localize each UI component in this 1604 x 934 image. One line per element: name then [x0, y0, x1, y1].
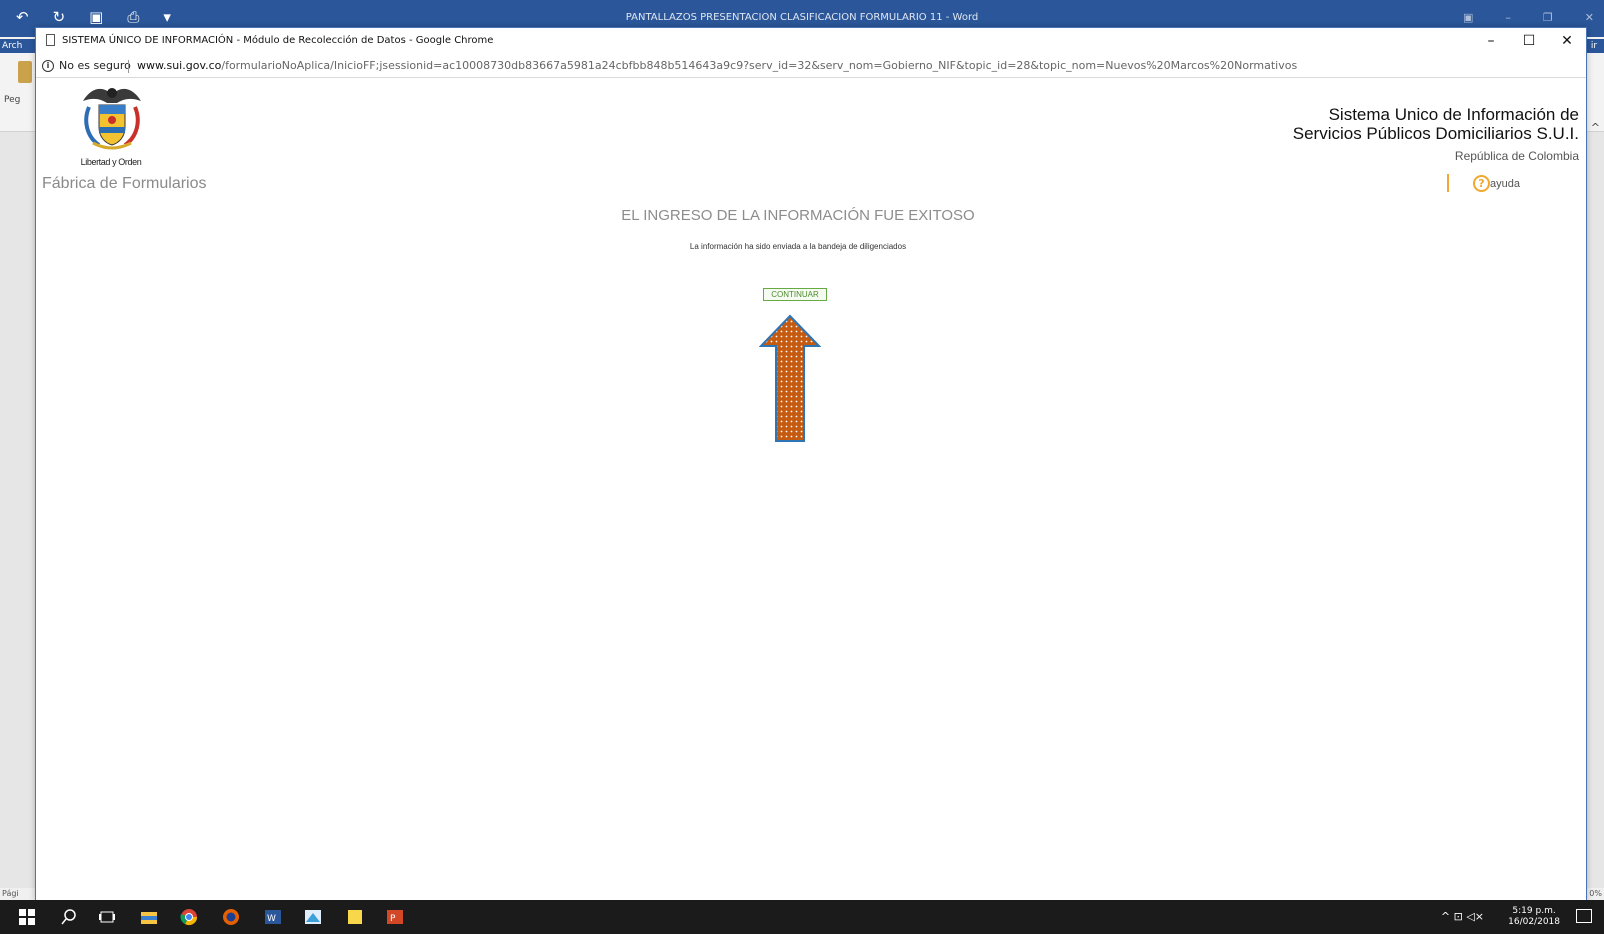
ribbon-tab-right[interactable]: ir — [1584, 39, 1604, 53]
paste-icon[interactable] — [18, 61, 32, 83]
minimize-icon[interactable]: – — [1505, 11, 1511, 24]
help-separator — [1447, 174, 1449, 192]
svg-text:W: W — [267, 914, 276, 924]
help-link[interactable]: ayuda — [1490, 178, 1520, 190]
continue-button[interactable]: CONTINUAR — [763, 288, 827, 301]
url-path: /formularioNoAplica/InicioFF;jsessionid=… — [221, 59, 1298, 72]
close-icon[interactable]: ✕ — [1548, 28, 1586, 54]
word-icon[interactable]: W — [264, 908, 282, 926]
success-message: La información ha sido enviada a la band… — [689, 242, 907, 251]
search-icon[interactable] — [60, 908, 78, 926]
coat-of-arms-logo — [83, 88, 141, 150]
section-title: Fábrica de Formularios — [42, 175, 207, 192]
ribbon-display-icon[interactable]: ▣ — [1463, 11, 1473, 24]
page-indicator[interactable]: Pági — [2, 888, 19, 900]
country-label: República de Colombia — [1454, 149, 1579, 163]
chrome-window-title: SISTEMA ÚNICO DE INFORMACIÓN - Módulo de… — [62, 35, 494, 46]
clock-date: 16/02/2018 — [1508, 917, 1560, 927]
system-title-line1: Sistema Unico de Información de — [1328, 105, 1579, 124]
motto-text: Libertad y Orden — [80, 157, 142, 167]
powerpoint-icon[interactable]: P — [386, 908, 404, 926]
collapse-ribbon-icon[interactable]: ^ — [1591, 121, 1600, 134]
word-window-controls: ▣ – ❐ ✕ — [1463, 11, 1594, 24]
system-tray[interactable]: ^ ⊡ ◁× — [1441, 910, 1484, 923]
restore-icon[interactable]: ❐ — [1543, 11, 1553, 24]
chrome-window-controls: – ☐ ✕ — [1472, 28, 1586, 54]
paste-label: Peg — [4, 95, 21, 105]
chrome-title-bar: SISTEMA ÚNICO DE INFORMACIÓN - Módulo de… — [36, 28, 1586, 54]
windows-taskbar: W P ^ ⊡ ◁× 5:19 p.m. 16/02/2018 — [0, 900, 1604, 934]
svg-text:P: P — [390, 914, 396, 924]
file-menu-tab[interactable]: Arch — [0, 39, 36, 53]
zoom-indicator[interactable]: 0% — [1589, 888, 1602, 900]
system-title: Sistema Unico de Información de Servicio… — [1293, 105, 1579, 143]
page-icon — [46, 34, 55, 46]
success-heading: EL INGRESO DE LA INFORMACIÓN FUE EXITOSO — [621, 207, 975, 224]
file-explorer-icon[interactable] — [140, 908, 158, 926]
close-icon[interactable]: ✕ — [1585, 11, 1594, 24]
address-bar[interactable]: i No es seguro www.sui.gov.co/formulario… — [36, 54, 1586, 78]
windows-start-icon[interactable] — [18, 908, 36, 926]
help-icon[interactable]: ? — [1473, 175, 1490, 192]
paint-icon[interactable] — [304, 908, 322, 926]
maximize-icon[interactable]: ☐ — [1510, 28, 1548, 54]
notifications-icon[interactable] — [1576, 909, 1592, 923]
clock-time: 5:19 p.m. — [1512, 906, 1556, 916]
minimize-icon[interactable]: – — [1472, 28, 1510, 54]
chrome-icon[interactable] — [180, 908, 198, 926]
url-text[interactable]: www.sui.gov.co/formularioNoAplica/Inicio… — [137, 54, 1298, 77]
info-icon[interactable]: i — [42, 60, 54, 72]
sticky-notes-icon[interactable] — [346, 908, 364, 926]
task-view-icon[interactable] — [98, 908, 116, 926]
clock[interactable]: 5:19 p.m. 16/02/2018 — [1508, 906, 1560, 928]
word-window-title: PANTALLAZOS PRESENTACION CLASIFICACION F… — [625, 12, 979, 23]
firefox-icon[interactable] — [222, 908, 240, 926]
address-separator — [128, 60, 129, 73]
annotation-arrow-up-icon — [759, 314, 821, 442]
page-content: Libertad y Orden Fábrica de Formularios … — [36, 79, 1586, 901]
url-host: www.sui.gov.co — [137, 59, 222, 72]
system-title-line2: Servicios Públicos Domiciliarios S.U.I. — [1292, 124, 1579, 143]
not-secure-label[interactable]: No es seguro — [59, 54, 131, 77]
chrome-window: SISTEMA ÚNICO DE INFORMACIÓN - Módulo de… — [35, 27, 1587, 902]
